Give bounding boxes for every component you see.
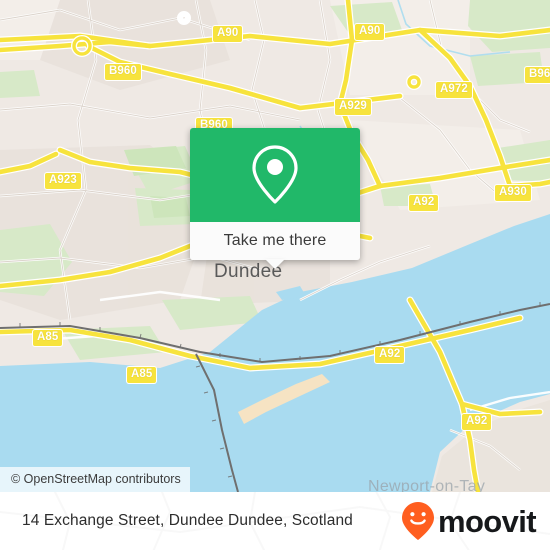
moovit-wordmark: moovit	[437, 503, 537, 539]
callout-header	[190, 128, 360, 222]
road-shield: A92	[408, 194, 440, 212]
footer-bar: 14 Exchange Street, Dundee Dundee, Scotl…	[0, 492, 550, 550]
road-shield: A92	[461, 413, 493, 431]
road-shield: A85	[32, 329, 64, 347]
address-text: 14 Exchange Street, Dundee Dundee, Scotl…	[22, 512, 353, 529]
road-shield: A930	[494, 184, 532, 202]
footer-content: 14 Exchange Street, Dundee Dundee, Scotl…	[0, 492, 550, 550]
road-shield: A92	[374, 346, 406, 364]
osm-attribution[interactable]: © OpenStreetMap contributors	[0, 467, 190, 492]
place-label-newport-on-tay: Newport-on-Tay	[368, 478, 486, 492]
callout-pointer	[265, 259, 285, 269]
road-shield: A972	[435, 81, 473, 99]
moovit-logo[interactable]: moovit	[401, 501, 537, 541]
take-me-there-button[interactable]: Take me there	[190, 222, 360, 269]
road-shield: A90	[212, 25, 244, 43]
road-shield: B96	[524, 66, 550, 84]
road-shield: A923	[44, 172, 82, 190]
location-callout[interactable]: Take me there	[190, 128, 360, 269]
moovit-smiley-pin-icon	[401, 502, 434, 540]
road-shield: A90	[354, 23, 386, 41]
road-shield: A85	[126, 366, 158, 384]
road-shield: B960	[104, 63, 142, 81]
moovit-location-card: A90 A90 B960 B96 A972 A929 B960 A923 A92…	[0, 0, 550, 550]
take-me-there-label: Take me there	[223, 232, 327, 249]
road-shield: A929	[334, 98, 372, 116]
map-pin-icon	[252, 145, 298, 204]
